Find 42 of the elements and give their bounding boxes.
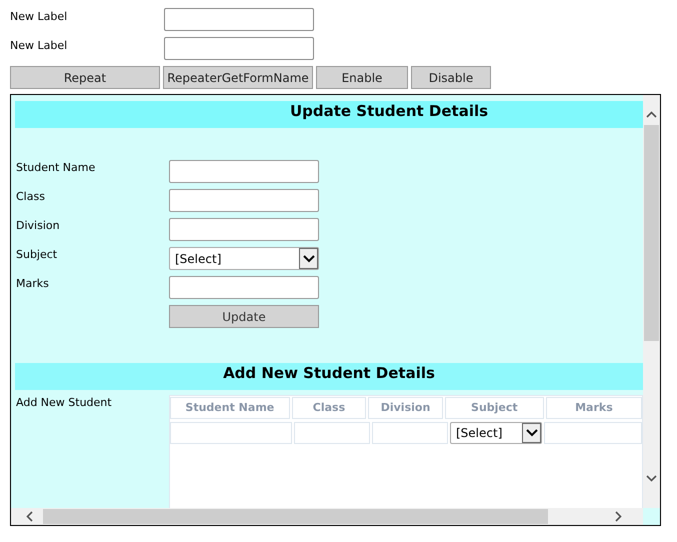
subject-dropdown[interactable]: [Select] <box>450 422 542 444</box>
chevron-left-icon[interactable] <box>26 511 33 522</box>
input-field[interactable] <box>169 160 319 183</box>
grid-input[interactable] <box>544 422 642 444</box>
input-field[interactable] <box>169 189 319 212</box>
input-field[interactable] <box>169 276 319 299</box>
chevron-down-icon[interactable] <box>646 475 657 482</box>
column-header: Subject <box>444 397 544 419</box>
scrollbar-thumb[interactable] <box>644 125 659 341</box>
field-label: Add New Student <box>15 395 113 411</box>
action-button[interactable]: RepeaterGetFormName <box>163 66 313 89</box>
input-field[interactable] <box>169 218 319 241</box>
subject-dropdown[interactable]: [Select] <box>169 247 319 270</box>
field-label: Subject <box>16 247 58 263</box>
field-label: Marks <box>16 276 50 292</box>
scrollbar-thumb[interactable] <box>43 509 548 524</box>
section-title: Update Student Details <box>290 101 488 122</box>
action-button[interactable]: Enable <box>316 66 408 89</box>
column-header: Class <box>292 397 366 419</box>
chevron-right-icon[interactable] <box>615 511 622 522</box>
grid-input[interactable] <box>170 422 292 444</box>
field-label: New Label <box>10 38 68 54</box>
column-header: Division <box>368 397 443 419</box>
chevron-down-icon <box>526 429 538 437</box>
field-label: New Label <box>10 9 68 25</box>
horizontal-scrollbar[interactable] <box>11 508 643 525</box>
field-label: Class <box>16 189 46 205</box>
action-button[interactable]: Disable <box>411 66 491 89</box>
chevron-down-icon <box>302 254 314 262</box>
vertical-scrollbar[interactable] <box>643 95 660 508</box>
field-label: Student Name <box>16 160 96 176</box>
grid-input[interactable] <box>294 422 370 444</box>
field-label: Division <box>16 218 61 234</box>
column-header: Student Name <box>170 397 290 419</box>
input-field[interactable] <box>164 8 314 31</box>
section-title: Add New Student Details <box>223 363 435 384</box>
update-button[interactable]: Update <box>169 305 319 328</box>
grid-input[interactable] <box>372 422 448 444</box>
input-field[interactable] <box>164 37 314 60</box>
action-button[interactable]: Repeat <box>10 66 160 89</box>
chevron-up-icon[interactable] <box>646 111 657 118</box>
column-header: Marks <box>546 397 642 419</box>
